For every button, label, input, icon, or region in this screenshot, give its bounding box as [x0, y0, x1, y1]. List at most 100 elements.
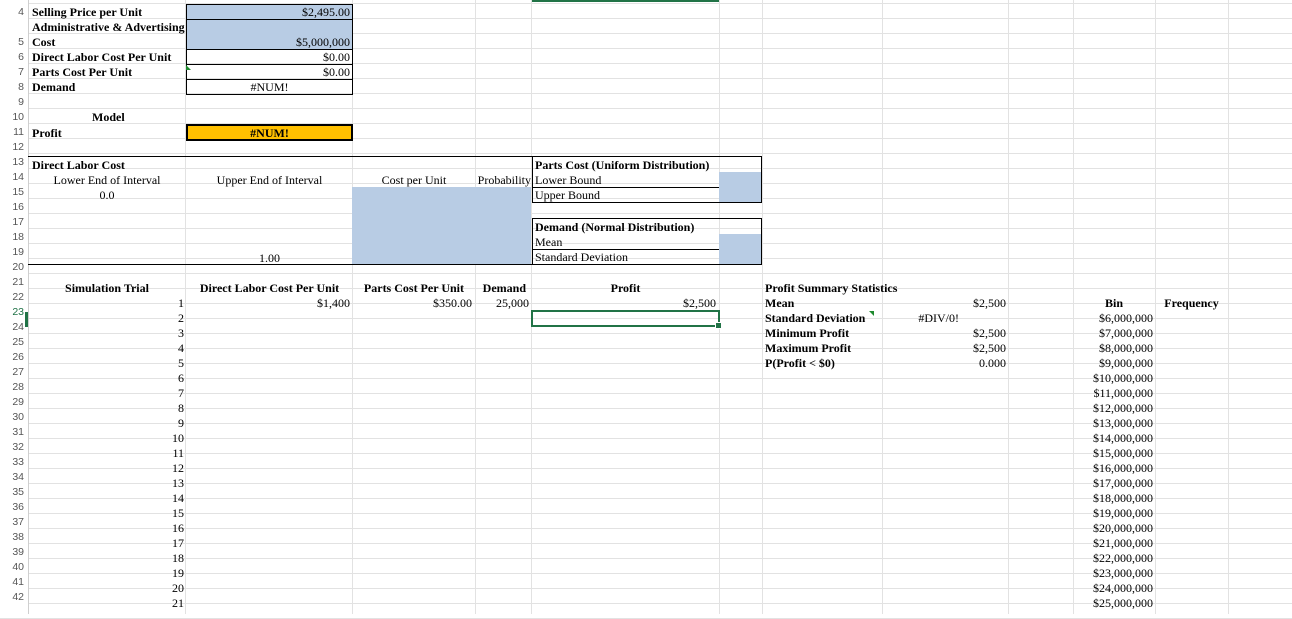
row-number[interactable]: 41 — [0, 575, 24, 589]
row-number[interactable]: 27 — [0, 365, 24, 379]
admin-cost-label-1: Administrative & Advertising — [32, 20, 185, 34]
stats-error-marker — [869, 311, 874, 316]
parts-divider — [533, 187, 719, 188]
trial-number: 15 — [172, 506, 184, 520]
fill-handle[interactable] — [715, 322, 722, 329]
grid-row-line — [0, 108, 1292, 109]
trial-number: 7 — [178, 386, 184, 400]
trial-number: 17 — [172, 536, 184, 550]
selling-price-label: Selling Price per Unit — [32, 5, 143, 19]
trial-number: 18 — [172, 551, 184, 565]
row-number[interactable]: 22 — [0, 290, 24, 304]
row-number[interactable]: 23 — [0, 305, 24, 319]
trial-number: 5 — [178, 356, 184, 370]
selected-column-indicator — [532, 0, 719, 2]
trial-number: 10 — [172, 431, 184, 445]
row-number[interactable]: 39 — [0, 545, 24, 559]
parts-input-range[interactable] — [719, 172, 761, 202]
stat-value: #DIV/0! — [918, 311, 959, 325]
labor-table-top-border — [28, 156, 533, 157]
row-number[interactable]: 42 — [0, 590, 24, 604]
bin-value: $24,000,000 — [1093, 581, 1153, 595]
trial-number: 9 — [178, 416, 184, 430]
trial-number: 2 — [178, 311, 184, 325]
bin-value: $11,000,000 — [1093, 386, 1153, 400]
grid-row-line — [0, 273, 1292, 274]
row-number[interactable]: 13 — [0, 155, 24, 169]
row-number[interactable]: 18 — [0, 230, 24, 244]
row-number[interactable]: 16 — [0, 200, 24, 214]
col-labor-cost: Direct Labor Cost Per Unit — [199, 281, 340, 295]
row-number[interactable]: 38 — [0, 530, 24, 544]
active-cell[interactable] — [531, 310, 720, 327]
row-number[interactable]: 11 — [0, 125, 24, 139]
row-number[interactable]: 34 — [0, 470, 24, 484]
bin-value: $13,000,000 — [1093, 416, 1153, 430]
bin-value: $19,000,000 — [1093, 506, 1153, 520]
row-number[interactable]: 29 — [0, 395, 24, 409]
bin-value: $17,000,000 — [1093, 476, 1153, 490]
trial-number: 19 — [172, 566, 184, 580]
row-number[interactable]: 33 — [0, 455, 24, 469]
row-number[interactable]: 26 — [0, 350, 24, 364]
demand-input-range[interactable] — [719, 234, 761, 264]
admin-cost-value: $5,000,000 — [296, 35, 350, 49]
row-number[interactable]: 12 — [0, 140, 24, 154]
trial-number: 6 — [178, 371, 184, 385]
row-number[interactable]: 28 — [0, 380, 24, 394]
row-number[interactable]: 20 — [0, 260, 24, 274]
row-number[interactable]: 10 — [0, 110, 24, 124]
col-lower-end: Lower End of Interval — [53, 173, 161, 187]
row-number[interactable]: 4 — [0, 5, 24, 19]
row-number[interactable]: 30 — [0, 410, 24, 424]
labor-cost-label: Direct Labor Cost Per Unit — [32, 50, 172, 64]
row-number[interactable]: 19 — [0, 245, 24, 259]
trial-number: 3 — [178, 326, 184, 340]
labor-input-range[interactable] — [352, 187, 531, 264]
trial-number: 21 — [172, 596, 184, 610]
first-demand-value: 25,000 — [496, 296, 529, 310]
bin-value: $22,000,000 — [1093, 551, 1153, 565]
row-number[interactable]: 6 — [0, 50, 24, 64]
stat-label: Standard Deviation — [765, 311, 866, 325]
bin-value: $20,000,000 — [1093, 521, 1153, 535]
trial-number: 14 — [172, 491, 184, 505]
row-number[interactable]: 14 — [0, 170, 24, 184]
row-number[interactable]: 21 — [0, 275, 24, 289]
formula-error-marker — [186, 65, 191, 70]
trial-number: 16 — [172, 521, 184, 535]
parts-cost-value: $0.00 — [323, 65, 350, 79]
bin-value: $23,000,000 — [1093, 566, 1153, 580]
demand-value: #NUM! — [250, 80, 289, 94]
demand-divider — [533, 249, 719, 250]
stat-label: Maximum Profit — [765, 341, 852, 355]
labor-table-title: Direct Labor Cost — [32, 158, 125, 172]
bin-value: $6,000,000 — [1099, 311, 1153, 325]
first-profit-value: $2,500 — [683, 296, 716, 310]
row-number[interactable]: 9 — [0, 95, 24, 109]
row-number[interactable]: 7 — [0, 65, 24, 79]
row-number[interactable]: 35 — [0, 485, 24, 499]
stat-value: 0.000 — [979, 356, 1006, 370]
labor-cost-value: $0.00 — [323, 50, 350, 64]
row-number[interactable]: 8 — [0, 80, 24, 94]
row-number[interactable]: 5 — [0, 35, 24, 49]
row-number[interactable]: 31 — [0, 425, 24, 439]
row-number[interactable]: 36 — [0, 500, 24, 514]
col-upper-end: Upper End of Interval — [216, 173, 323, 187]
row-number[interactable]: 24 — [0, 320, 24, 334]
row-number[interactable]: 15 — [0, 185, 24, 199]
profit-label: Profit — [32, 126, 62, 140]
row-number[interactable]: 37 — [0, 515, 24, 529]
trial-number: 4 — [178, 341, 184, 355]
row-number[interactable]: 25 — [0, 335, 24, 349]
row-header[interactable]: 4 5 6 7 8 9 10 11 12 13 14 15 16 17 18 19 20 21 22 23 24 25 26… — [0, 0, 29, 614]
selling-price-value: $2,495.00 — [302, 5, 350, 19]
row-number[interactable]: 40 — [0, 560, 24, 574]
bin-value: $18,000,000 — [1093, 491, 1153, 505]
row-number[interactable]: 32 — [0, 440, 24, 454]
trial-number: 20 — [172, 581, 184, 595]
row-number[interactable]: 17 — [0, 215, 24, 229]
labor-table-bottom-border — [28, 264, 533, 265]
demand-mean-label: Mean — [535, 235, 563, 249]
